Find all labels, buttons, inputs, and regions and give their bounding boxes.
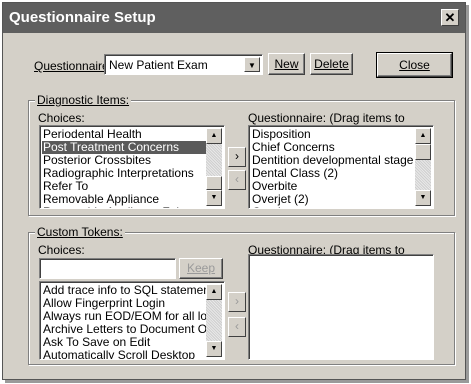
list-item[interactable]: Dentition developmental stage (2) <box>251 154 415 167</box>
list-item[interactable]: Refer To <box>42 180 206 193</box>
diagnostic-choices-scrollbar[interactable]: ▲ ▼ <box>206 128 222 206</box>
list-item[interactable]: Overjet <box>251 206 415 208</box>
window-title: Questionnaire Setup <box>9 9 156 26</box>
remove-token-button[interactable]: ‹ <box>228 317 246 337</box>
custom-choices-scrollbar[interactable]: ▲ ▼ <box>206 284 222 357</box>
list-item[interactable]: Ask To Save on Edit <box>42 336 206 349</box>
custom-choices-items: Add trace info to SQL statements Allow Fi… <box>42 284 206 359</box>
custom-token-input[interactable] <box>39 258 176 279</box>
close-button[interactable]: Close <box>376 52 453 78</box>
delete-button[interactable]: Delete <box>310 53 353 75</box>
questionnaire-label-text: Questionnaire <box>34 59 109 73</box>
scroll-down-icon[interactable]: ▼ <box>415 190 431 206</box>
scroll-up-icon[interactable]: ▲ <box>206 128 222 144</box>
questionnaire-select-value: New Patient Exam <box>109 58 208 72</box>
scroll-down-icon[interactable]: ▼ <box>206 190 222 206</box>
custom-tokens-title-text: Custom Tokens: <box>37 225 123 239</box>
list-item[interactable]: Chief Concerns <box>251 141 415 154</box>
list-item[interactable]: Disposition <box>251 128 415 141</box>
new-button[interactable]: New <box>268 53 305 75</box>
diagnostic-items-title: Diagnostic Items: <box>35 93 132 107</box>
scroll-up-icon[interactable]: ▲ <box>206 284 222 300</box>
diagnostic-items-title-text: Diagnostic Items: <box>37 93 130 107</box>
list-item[interactable]: Periodental Health <box>42 128 206 141</box>
list-item[interactable]: Automatically Scroll Desktop <box>42 349 206 359</box>
close-icon[interactable]: ✕ <box>441 9 459 26</box>
custom-questionnaire-list[interactable] <box>248 254 434 360</box>
scroll-down-icon[interactable]: ▼ <box>206 341 222 357</box>
custom-tokens-title: Custom Tokens: <box>35 225 125 239</box>
list-item[interactable]: Always run EOD/EOM for all locati <box>42 310 206 323</box>
list-item[interactable]: Archive Letters to Document Orga <box>42 323 206 336</box>
list-item[interactable]: Removable Appliance <box>42 193 206 206</box>
new-button-label: New <box>274 57 299 71</box>
scroll-thumb[interactable] <box>206 176 222 190</box>
custom-choices-list[interactable]: Add trace info to SQL statements Allow Fi… <box>39 281 225 360</box>
title-bar: Questionnaire Setup ✕ <box>3 3 465 33</box>
custom-choices-label: Choices: <box>38 243 85 257</box>
diagnostic-choices-items: Periodental Health Post Treatment Concern… <box>42 128 206 208</box>
questionnaire-setup-dialog: Questionnaire Setup ✕ Questionnaire New … <box>2 2 466 380</box>
remove-from-questionnaire-button[interactable]: ‹ <box>228 170 246 190</box>
keep-button[interactable]: Keep <box>179 258 223 279</box>
diagnostic-questionnaire-items: Disposition Chief Concerns Dentition devel… <box>251 128 415 208</box>
diagnostic-questionnaire-list[interactable]: Disposition Chief Concerns Dentition devel… <box>248 125 434 209</box>
list-item[interactable]: Overjet (2) <box>251 193 415 206</box>
scroll-up-icon[interactable]: ▲ <box>415 128 431 144</box>
list-item[interactable]: Posterior Crossbites <box>42 154 206 167</box>
questionnaire-select[interactable]: New Patient Exam ▼ <box>104 54 263 75</box>
diagnostic-questionnaire-scrollbar[interactable]: ▲ ▼ <box>415 128 431 206</box>
list-item[interactable]: Allow Fingerprint Login <box>42 297 206 310</box>
scroll-thumb[interactable] <box>415 144 431 160</box>
list-item[interactable]: Dental Class (2) <box>251 167 415 180</box>
diagnostic-choices-list[interactable]: Periodental Health Post Treatment Concern… <box>39 125 225 209</box>
diagnostic-choices-label: Choices: <box>38 111 85 125</box>
add-token-button[interactable]: › <box>228 292 246 312</box>
keep-button-label: Keep <box>186 261 216 275</box>
delete-button-label: Delete <box>314 57 349 71</box>
chevron-down-icon[interactable]: ▼ <box>244 57 260 72</box>
list-item[interactable]: Post Treatment Concerns <box>42 141 206 154</box>
list-item[interactable]: Radiographic Interpretations <box>42 167 206 180</box>
list-item[interactable]: Removable Appliance Fabr <box>42 206 206 208</box>
list-item[interactable]: Overbite <box>251 180 415 193</box>
diagnostic-questionnaire-label: Questionnaire: (Drag items to <box>248 111 405 125</box>
add-to-questionnaire-button[interactable]: › <box>228 147 246 167</box>
questionnaire-label: Questionnaire <box>34 59 109 73</box>
list-item[interactable]: Add trace info to SQL statements <box>42 284 206 297</box>
close-button-label: Close <box>399 58 430 72</box>
